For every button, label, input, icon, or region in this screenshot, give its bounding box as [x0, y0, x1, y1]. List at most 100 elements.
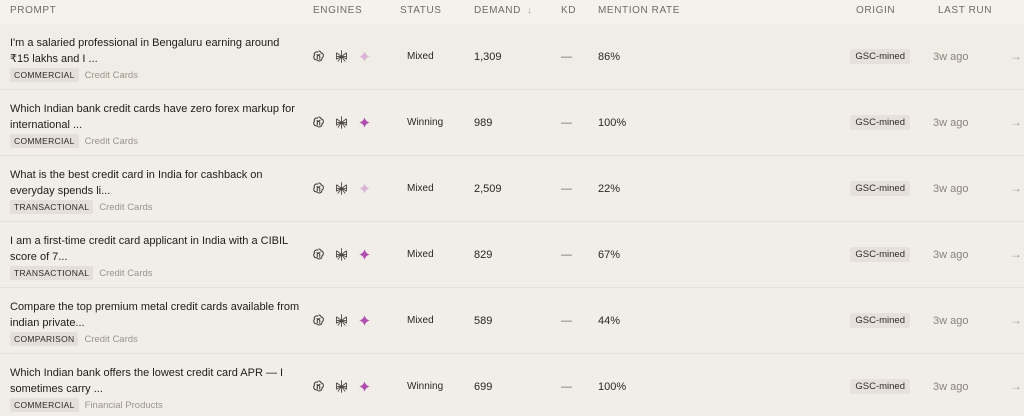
- prompt-meta: COMMERCIAL Credit Cards: [10, 134, 138, 148]
- perplexity-icon: [334, 379, 349, 394]
- header-status[interactable]: STATUS: [400, 5, 442, 16]
- table-row[interactable]: Which Indian bank offers the lowest cred…: [0, 354, 1024, 416]
- gemini-sparkle-icon: [357, 115, 372, 130]
- prompt-meta: TRANSACTIONAL Credit Cards: [10, 266, 153, 280]
- perplexity-icon: [334, 181, 349, 196]
- engines-cell: [311, 49, 372, 64]
- table-row[interactable]: I am a first-time credit card applicant …: [0, 222, 1024, 288]
- header-engines[interactable]: ENGINES: [313, 5, 362, 16]
- table-row[interactable]: Which Indian bank credit cards have zero…: [0, 90, 1024, 156]
- arrow-right-icon[interactable]: →: [1010, 49, 1022, 63]
- gemini-sparkle-icon: [357, 49, 372, 64]
- last-run-value: 3w ago: [933, 117, 969, 129]
- origin-badge: GSC-mined: [850, 247, 910, 262]
- arrow-right-icon[interactable]: →: [1010, 181, 1022, 195]
- header-demand-label: DEMAND: [474, 5, 521, 16]
- perplexity-icon: [334, 49, 349, 64]
- kd-value: —: [561, 117, 572, 129]
- prompt-meta: COMMERCIAL Financial Products: [10, 398, 163, 412]
- category-label: Credit Cards: [99, 267, 153, 279]
- header-prompt[interactable]: PROMPT: [10, 5, 56, 16]
- table-body: I'm a salaried professional in Bengaluru…: [0, 24, 1024, 416]
- mention-rate-value: 22%: [598, 183, 621, 195]
- origin-badge: GSC-mined: [850, 115, 910, 130]
- sort-down-icon[interactable]: ↓: [527, 5, 533, 16]
- intent-tag: COMMERCIAL: [10, 68, 79, 82]
- last-run-value: 3w ago: [933, 249, 969, 261]
- kd-value: —: [561, 315, 572, 327]
- status-text: Winning: [407, 117, 444, 128]
- table-header: PROMPT ENGINES STATUS DEMAND ↓ KD MENTION…: [0, 0, 1024, 24]
- perplexity-icon: [334, 313, 349, 328]
- table-row[interactable]: Compare the top premium metal credit car…: [0, 288, 1024, 354]
- prompt-text: Which Indian bank credit cards have zero…: [10, 103, 295, 131]
- openai-icon: [311, 181, 326, 196]
- openai-icon: [311, 247, 326, 262]
- intent-tag: COMMERCIAL: [10, 398, 79, 412]
- demand-value: 1,309: [474, 51, 502, 63]
- kd-value: —: [561, 381, 572, 393]
- arrow-right-icon[interactable]: →: [1010, 115, 1022, 129]
- gemini-sparkle-icon: [357, 313, 372, 328]
- status-text: Mixed: [407, 183, 434, 194]
- intent-tag: COMMERCIAL: [10, 134, 79, 148]
- origin-badge: GSC-mined: [850, 379, 910, 394]
- gemini-sparkle-icon: [357, 181, 372, 196]
- openai-icon: [311, 115, 326, 130]
- status-text: Mixed: [407, 249, 434, 260]
- prompt-text: What is the best credit card in India fo…: [10, 169, 263, 197]
- prompt-text: Which Indian bank offers the lowest cred…: [10, 367, 284, 395]
- origin-badge: GSC-mined: [850, 49, 910, 64]
- perplexity-icon: [334, 115, 349, 130]
- arrow-right-icon[interactable]: →: [1010, 379, 1022, 393]
- openai-icon: [311, 313, 326, 328]
- openai-icon: [311, 379, 326, 394]
- engines-cell: [311, 247, 372, 262]
- header-kd[interactable]: KD: [561, 5, 576, 16]
- kd-value: —: [561, 51, 572, 63]
- engines-cell: [311, 181, 372, 196]
- openai-icon: [311, 49, 326, 64]
- arrow-right-icon[interactable]: →: [1010, 313, 1022, 327]
- prompt-meta: COMMERCIAL Credit Cards: [10, 68, 138, 82]
- mention-rate-value: 100%: [598, 381, 627, 393]
- demand-value: 699: [474, 381, 493, 393]
- table-row[interactable]: I'm a salaried professional in Bengaluru…: [0, 24, 1024, 90]
- demand-value: 989: [474, 117, 493, 129]
- mention-rate-value: 67%: [598, 249, 621, 261]
- demand-value: 829: [474, 249, 493, 261]
- table-row[interactable]: What is the best credit card in India fo…: [0, 156, 1024, 222]
- intent-tag: TRANSACTIONAL: [10, 266, 94, 280]
- last-run-value: 3w ago: [933, 381, 969, 393]
- kd-value: —: [561, 183, 572, 195]
- header-origin[interactable]: ORIGIN: [856, 5, 895, 16]
- last-run-value: 3w ago: [933, 315, 969, 327]
- category-label: Credit Cards: [84, 135, 138, 147]
- gemini-sparkle-icon: [357, 247, 372, 262]
- mention-rate-value: 100%: [598, 117, 627, 129]
- status-text: Winning: [407, 381, 444, 392]
- category-label: Credit Cards: [99, 201, 153, 213]
- perplexity-icon: [334, 247, 349, 262]
- prompt-meta: TRANSACTIONAL Credit Cards: [10, 200, 153, 214]
- demand-value: 2,509: [474, 183, 502, 195]
- prompt-text: I'm a salaried professional in Bengaluru…: [10, 37, 280, 65]
- engines-cell: [311, 379, 372, 394]
- prompts-table: PROMPT ENGINES STATUS DEMAND ↓ KD MENTION…: [0, 0, 1024, 416]
- intent-tag: COMPARISON: [10, 332, 79, 346]
- origin-badge: GSC-mined: [850, 313, 910, 328]
- category-label: Credit Cards: [84, 333, 138, 345]
- category-label: Credit Cards: [84, 69, 138, 81]
- gemini-sparkle-icon: [357, 379, 372, 394]
- header-demand[interactable]: DEMAND ↓: [474, 5, 533, 16]
- prompt-text: I am a first-time credit card applicant …: [10, 235, 288, 263]
- category-label: Financial Products: [84, 399, 163, 411]
- status-text: Mixed: [407, 51, 434, 62]
- header-last-run[interactable]: LAST RUN: [938, 5, 992, 16]
- engines-cell: [311, 313, 372, 328]
- header-mention-rate[interactable]: MENTION RATE: [598, 5, 680, 16]
- arrow-right-icon[interactable]: →: [1010, 247, 1022, 261]
- prompt-text: Compare the top premium metal credit car…: [10, 301, 300, 329]
- status-text: Mixed: [407, 315, 434, 326]
- intent-tag: TRANSACTIONAL: [10, 200, 94, 214]
